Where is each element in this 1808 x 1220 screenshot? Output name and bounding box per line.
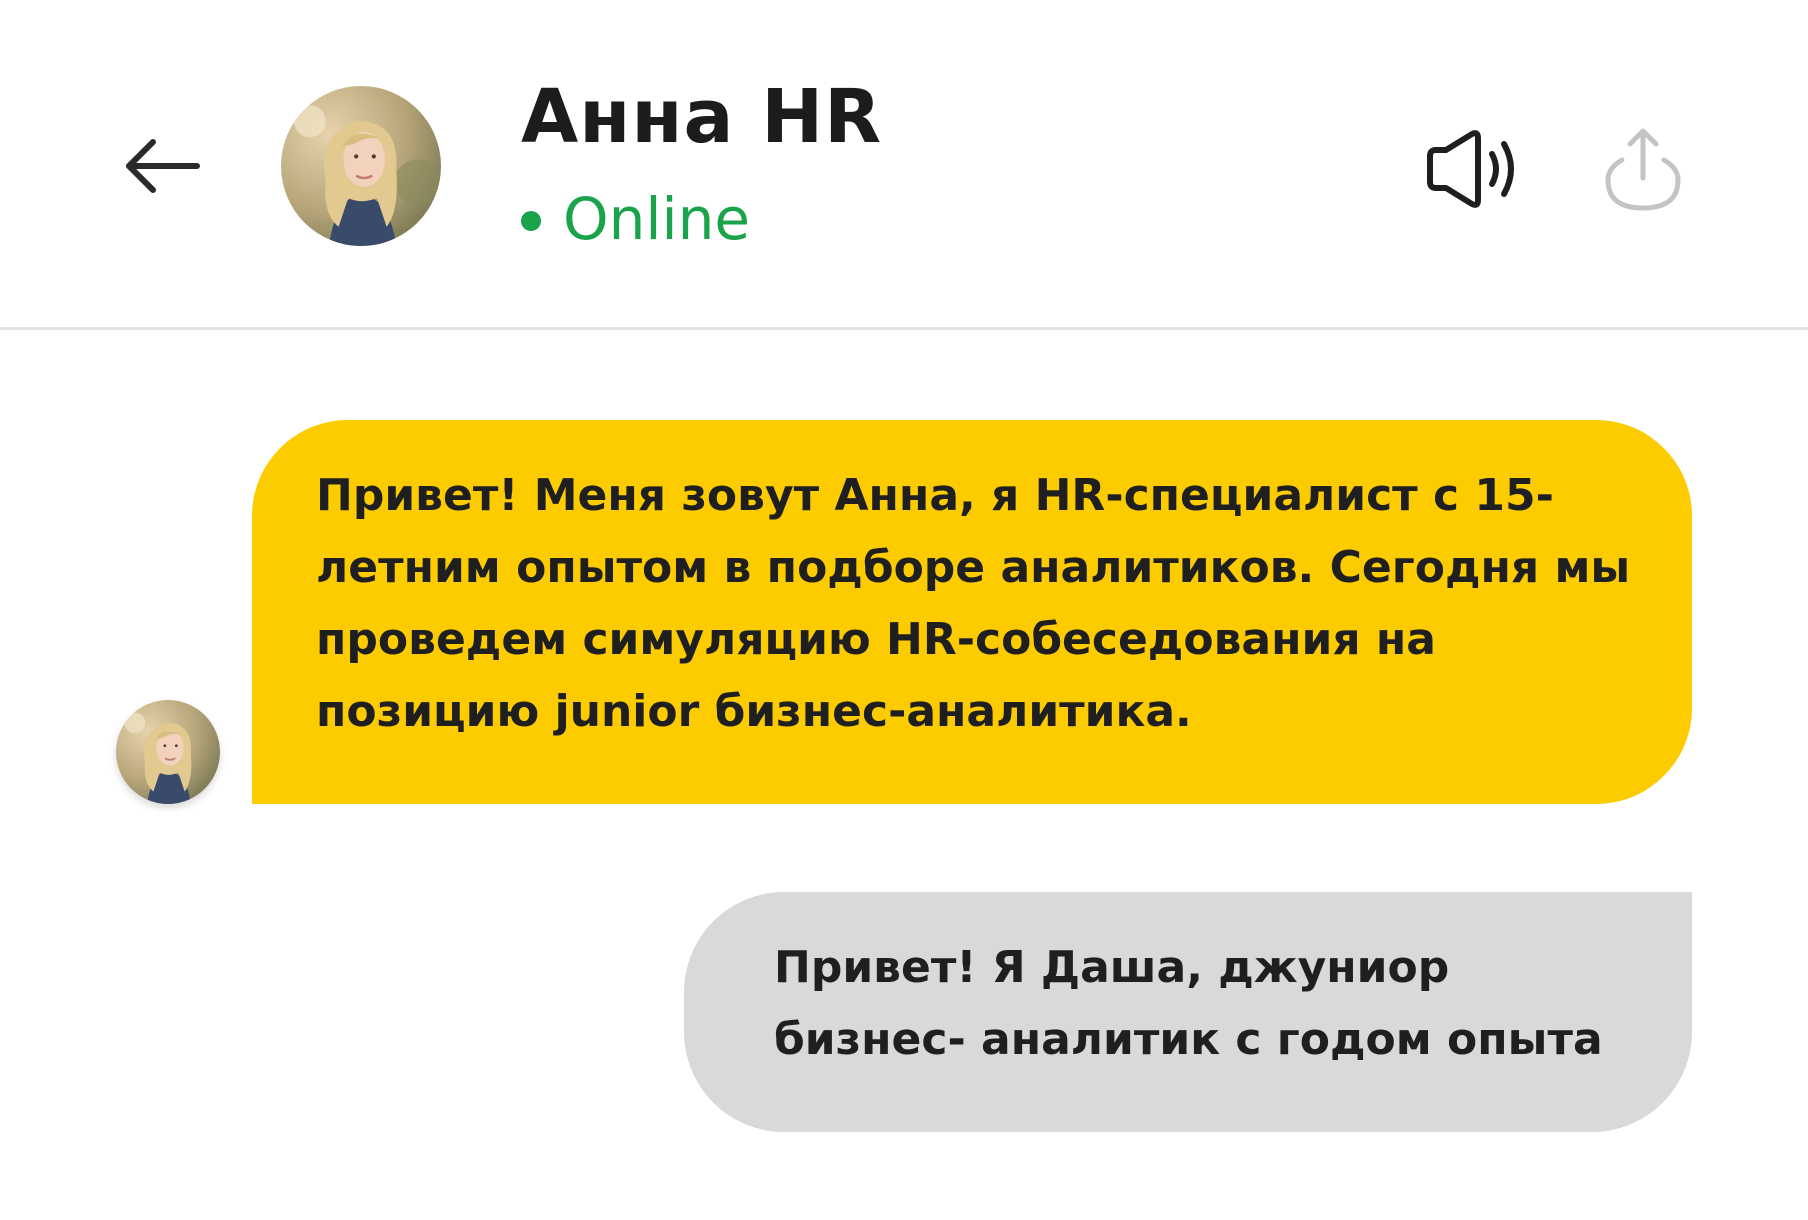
- message-text: Привет! Я Даша, джуниор бизнес- аналитик…: [774, 942, 1603, 1065]
- status-label: Online: [563, 185, 751, 253]
- incoming-message-bubble[interactable]: Привет! Меня зовут Анна, я HR-специалист…: [252, 420, 1692, 804]
- avatar-photo: [281, 86, 441, 246]
- chat-header: Анна HR Online: [0, 0, 1808, 330]
- outgoing-message-bubble[interactable]: Привет! Я Даша, джуниор бизнес- аналитик…: [684, 892, 1692, 1132]
- arrow-left-icon: [126, 139, 200, 193]
- back-button[interactable]: [120, 130, 206, 202]
- contact-avatar[interactable]: [281, 86, 441, 246]
- avatar-photo: [116, 700, 220, 804]
- speaker-icon: [1427, 130, 1514, 208]
- online-dot-icon: [521, 211, 541, 231]
- share-button[interactable]: [1600, 124, 1686, 214]
- online-status: Online: [521, 184, 750, 254]
- sound-button[interactable]: [1422, 128, 1522, 210]
- message-sender-avatar[interactable]: [116, 700, 220, 804]
- contact-name: Анна HR: [521, 74, 883, 160]
- message-text: Привет! Меня зовут Анна, я HR-специалист…: [316, 470, 1631, 737]
- share-upload-icon: [1605, 128, 1681, 211]
